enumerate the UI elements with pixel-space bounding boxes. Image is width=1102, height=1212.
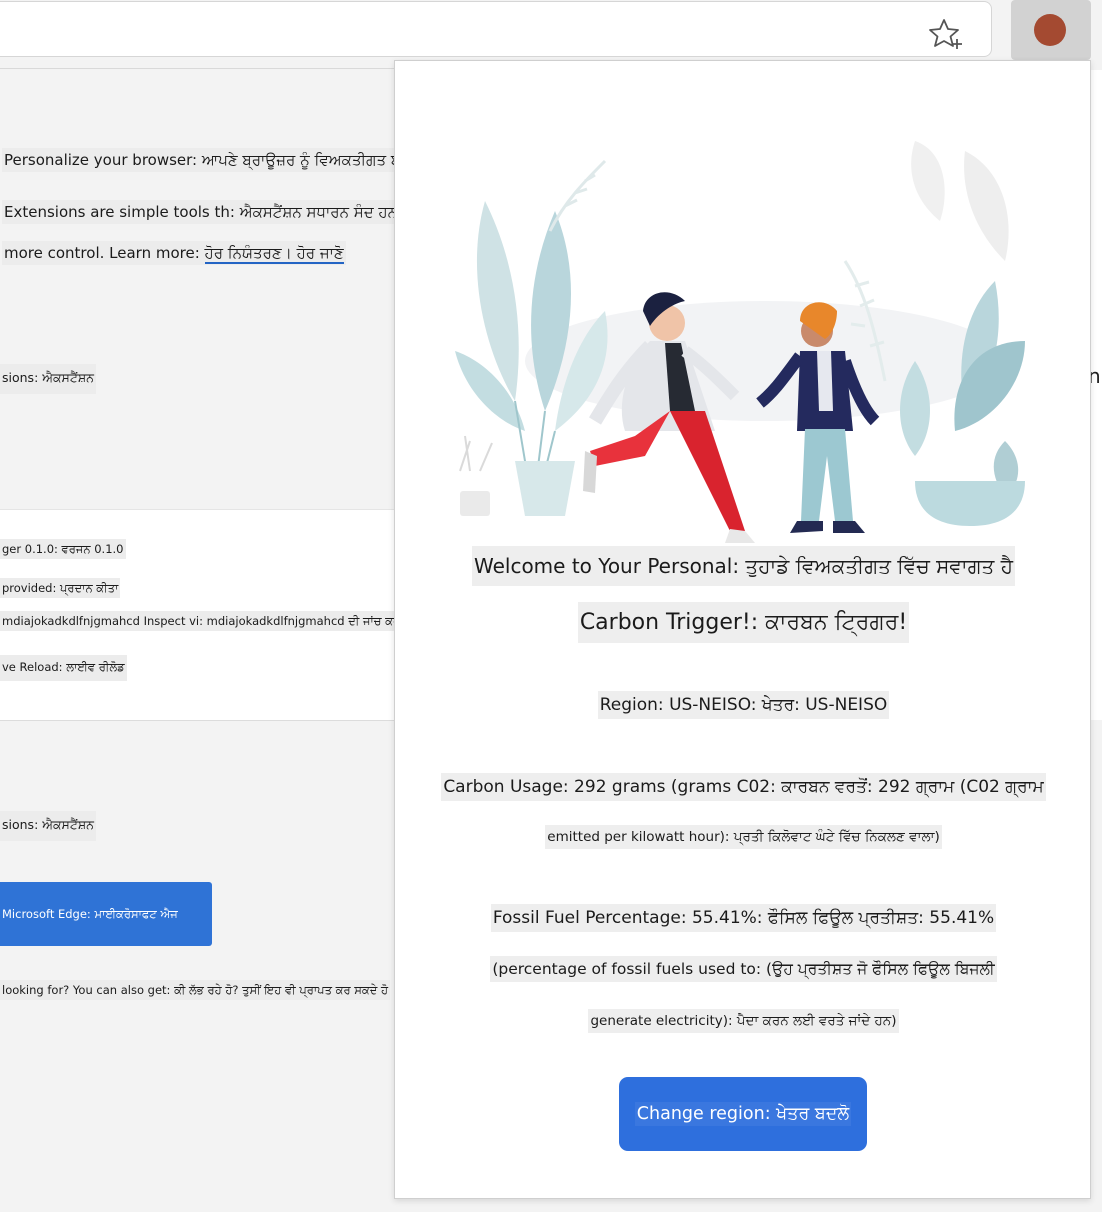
extension-card: ger 0.1.0: ਵਰਜਨ 0.1.0 provided: ਪ੍ਰਦਾਨ ਕ… [0,509,403,721]
installed-extensions-heading: sions: ਐਕਸਟੈਂਸ਼ਨ [0,364,96,394]
change-region-button[interactable]: Change region: ਖੇਤਰ ਬਦਲੋ [619,1077,867,1151]
browser-toolbar [0,0,1102,66]
inspect-views-link[interactable]: mdiajokadkdlfnjgmahcd Inspect vi: mdiajo… [0,611,403,631]
popup-title: Carbon Trigger!: ਕਾਰਬਨ ਟ੍ਰਿਗਰ! [395,602,1092,643]
fossil-fuel-desc-label: (percentage of fossil fuels used to: (ਉਹ… [490,956,997,982]
popup-title-label: Carbon Trigger!: ਕਾਰਬਨ ਟ੍ਰਿਗਰ! [577,602,910,643]
live-reload-toggle[interactable]: ve Reload: ਲਾਈਵ ਰੀਲੋਡ [0,655,127,681]
fossil-fuel-label: Fossil Fuel Percentage: 55.41%: ਫੌਸਿਲ ਫਿ… [490,904,997,932]
extension-provider: provided: ਪ੍ਰਦਾਨ ਕੀਤਾ [0,578,121,598]
fossil-fuel-desc-text: (percentage of fossil fuels used to: (ਉਹ… [395,956,1092,982]
carbon-usage-label: Carbon Usage: 292 grams (grams C02: ਕਾਰਬ… [441,773,1046,801]
looking-for-text: looking for? You can also get: ਕੀ ਲੱਭ ਰਹ… [0,980,391,1000]
extension-version: ger 0.1.0: ਵਰਜਨ 0.1.0 [0,539,126,559]
extension-icon [1034,14,1066,46]
star-add-icon[interactable] [927,15,965,53]
personalize-heading: Personalize your browser: ਆਪਣੇ ਬ੍ਰਾਊਜ਼ਰ … [2,148,427,172]
carbon-trigger-popup: Welcome to Your Personal: ਤੁਹਾਡੇ ਵਿਅਕਤੀਗ… [394,60,1091,1199]
extensions-description: Extensions are simple tools th: ਐਕਸਟੈਂਸ਼… [2,200,399,224]
microsoft-edge-addons-button[interactable]: Microsoft Edge: ਮਾਈਕਰੋਸਾਫਟ ਐਜ [0,882,212,946]
learn-more-link[interactable]: ਹੋਰ ਨਿਯੰਤਰਣ। ਹੋਰ ਜਾਣੋ [204,244,344,264]
fossil-fuel-text: Fossil Fuel Percentage: 55.41%: ਫੌਸਿਲ ਫਿ… [395,904,1092,932]
fossil-fuel-desc-text-2: generate electricity): ਪੈਦਾ ਕਰਨ ਲਈ ਵਰਤੇ … [395,1009,1092,1033]
carbon-usage-unit-text: emitted per kilowatt hour): ਪ੍ਰਤੀ ਕਿਲੋਵਾ… [395,825,1092,849]
learn-more-prefix: more control. Learn more: [4,244,205,262]
region-text: Region: US-NEISO: ਖੇਤਰ: US-NEISO [395,691,1092,719]
extension-button[interactable] [1011,0,1091,60]
carbon-usage-text: Carbon Usage: 292 grams (grams C02: ਕਾਰਬ… [395,773,1092,801]
extensions-description-line2: more control. Learn more: ਹੋਰ ਨਿਯੰਤਰਣ। ਹ… [2,241,346,265]
address-bar[interactable] [0,1,992,57]
fossil-fuel-desc-label-2: generate electricity): ਪੈਦਾ ਕਰਨ ਲਈ ਵਰਤੇ … [588,1009,899,1033]
carbon-usage-unit-label: emitted per kilowatt hour): ਪ੍ਰਤੀ ਕਿਲੋਵਾ… [545,825,942,849]
other-extensions-heading: sions: ਐਕਸਟੈਂਸ਼ਨ [0,811,96,841]
change-region-label: Change region: ਖੇਤਰ ਬਦਲੋ [634,1102,852,1126]
toolbar-divider [0,68,400,69]
welcome-illustration [455,141,1025,543]
welcome-text: Welcome to Your Personal: ਤੁਹਾਡੇ ਵਿਅਕਤੀਗ… [395,546,1092,586]
region-label: Region: US-NEISO: ਖੇਤਰ: US-NEISO [597,691,890,719]
welcome-label: Welcome to Your Personal: ਤੁਹਾਡੇ ਵਿਅਕਤੀਗ… [471,546,1015,586]
